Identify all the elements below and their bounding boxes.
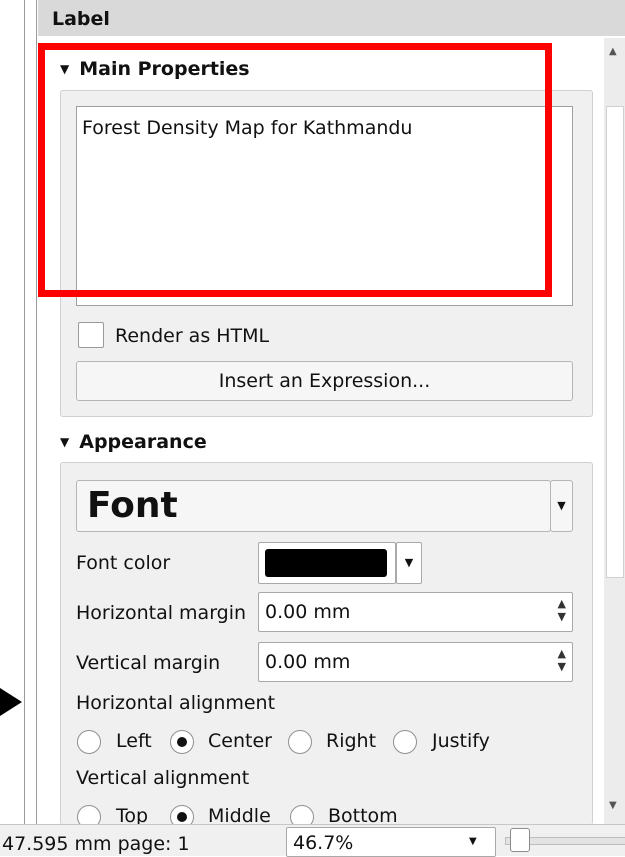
zoom-combo[interactable]: 46.7% ▼ <box>286 827 496 857</box>
vertical-scrollbar[interactable]: ▲ ▼ <box>604 38 625 824</box>
zoom-slider-handle[interactable] <box>510 828 530 852</box>
vertical-margin-value: 0.00 mm <box>265 651 351 673</box>
panel-header: Label <box>38 0 625 36</box>
gutter-line <box>24 0 25 824</box>
font-color-swatch <box>265 549 387 577</box>
panel-header-title: Label <box>52 8 110 30</box>
horizontal-margin-label: Horizontal margin <box>76 602 247 624</box>
highlight-box <box>38 43 552 297</box>
chevron-down-icon: ▼ <box>469 836 477 847</box>
scroll-up-icon[interactable]: ▲ <box>609 46 617 57</box>
halign-justify-label: Justify <box>432 730 490 752</box>
horizontal-margin-value: 0.00 mm <box>265 601 351 623</box>
arrow-pointer-icon <box>0 688 22 716</box>
zoom-value: 46.7% <box>293 832 354 854</box>
scroll-thumb[interactable] <box>606 106 624 578</box>
gutter-line <box>36 0 37 824</box>
spin-arrows-icon[interactable]: ▲ ▼ <box>558 647 566 673</box>
render-html-label: Render as HTML <box>115 325 270 347</box>
halign-left-label: Left <box>116 730 152 752</box>
horizontal-alignment-label: Horizontal alignment <box>76 692 276 714</box>
status-position-text: 47.595 mm page: 1 <box>2 833 190 855</box>
scroll-down-icon[interactable]: ▼ <box>609 800 617 811</box>
font-color-swatch-button[interactable] <box>258 542 396 584</box>
collapse-triangle-icon: ▼ <box>60 435 70 449</box>
font-button-label: Font <box>87 485 178 526</box>
status-bar: 47.595 mm page: 1 46.7% ▼ <box>0 824 625 857</box>
halign-right-label: Right <box>326 730 377 752</box>
font-dropdown-button[interactable]: ▼ <box>550 480 573 532</box>
halign-center-radio[interactable] <box>170 730 194 754</box>
vertical-margin-input[interactable]: 0.00 mm ▲ ▼ <box>258 642 573 682</box>
halign-center-label: Center <box>208 730 272 752</box>
halign-left-radio[interactable] <box>77 730 101 754</box>
appearance-title: Appearance <box>79 431 207 453</box>
halign-justify-radio[interactable] <box>393 730 417 754</box>
appearance-toggle[interactable]: ▼ Appearance <box>60 431 207 453</box>
spin-arrows-icon[interactable]: ▲ ▼ <box>558 597 566 623</box>
font-button[interactable]: Font <box>76 480 551 532</box>
horizontal-margin-input[interactable]: 0.00 mm ▲ ▼ <box>258 592 573 632</box>
halign-right-radio[interactable] <box>288 730 312 754</box>
font-color-dropdown-button[interactable]: ▼ <box>396 542 422 584</box>
render-html-checkbox[interactable] <box>78 322 104 348</box>
font-color-label: Font color <box>76 552 171 574</box>
vertical-margin-label: Vertical margin <box>76 652 221 674</box>
vertical-alignment-label: Vertical alignment <box>76 767 250 789</box>
insert-expression-button[interactable]: Insert an Expression... <box>76 361 573 401</box>
